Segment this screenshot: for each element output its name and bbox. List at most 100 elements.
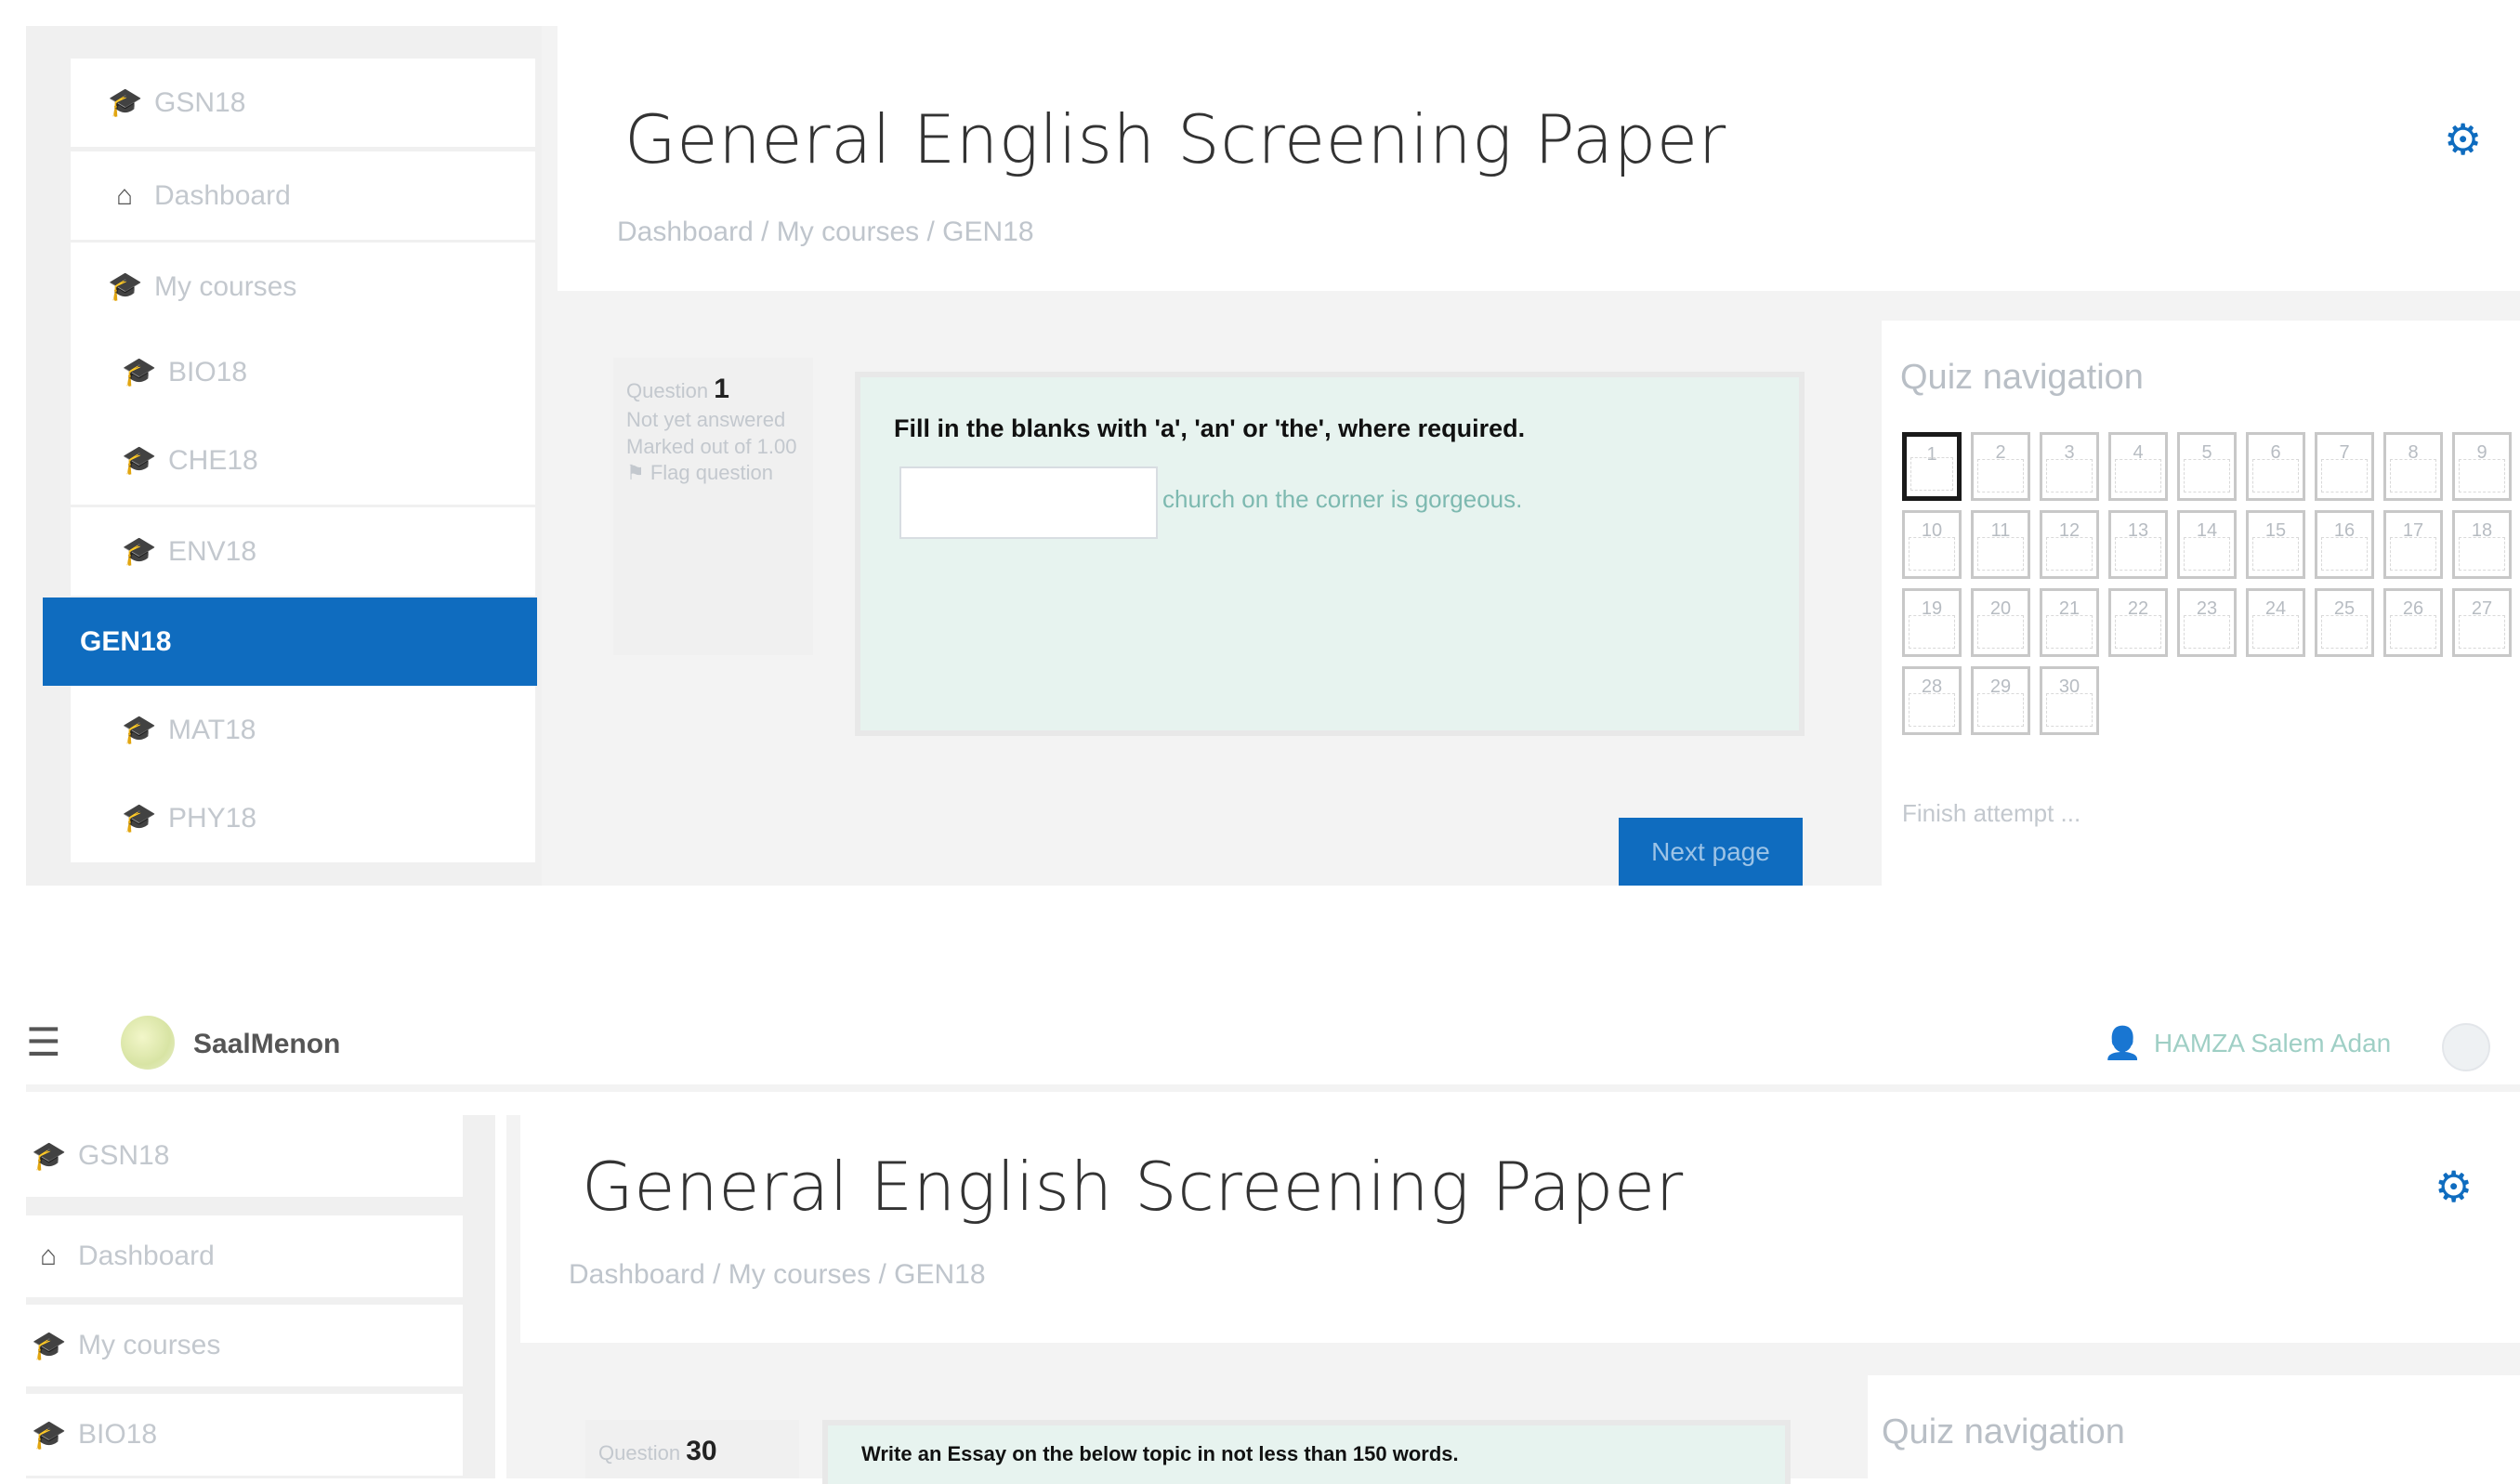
quiz-nav-button[interactable]: 14 — [2177, 510, 2237, 579]
question-hint: church on the corner is gorgeous. — [1162, 485, 1523, 513]
quiz-nav-button[interactable]: 24 — [2246, 588, 2305, 657]
sidebar-item-my-courses[interactable]: 🎓 My courses — [71, 243, 535, 331]
home-icon: ⌂ — [115, 179, 134, 211]
graduation-cap-icon: 🎓 — [122, 715, 157, 745]
sidebar-item-label: BIO18 — [78, 1419, 158, 1450]
quiz-nav-button[interactable]: 7 — [2315, 432, 2374, 501]
question-number-label: Question — [598, 1441, 681, 1464]
question-area: Question 1 Not yet answered Marked out o… — [558, 321, 1821, 886]
quiz-navigation-title: Quiz navigation — [1900, 358, 2144, 397]
sidebar-item-label: BIO18 — [168, 356, 248, 387]
page-header: General English Screening Paper Dashboar… — [558, 26, 2520, 291]
sidebar-item-label: GSN18 — [154, 86, 246, 118]
quiz-nav-button[interactable]: 29 — [1971, 666, 2030, 735]
top-navbar: ☰ SaalMenon 👤 HAMZA Salem Adan — [26, 999, 2520, 1092]
sidebar-item-dashboard[interactable]: ⌂ Dashboard — [71, 151, 535, 240]
question-info: Question 30 — [585, 1420, 799, 1478]
gear-icon[interactable]: ⚙ — [2444, 114, 2482, 164]
quiz-nav-button[interactable]: 15 — [2246, 510, 2305, 579]
quiz-nav-button[interactable]: 3 — [2040, 432, 2099, 501]
sidebar-item-label: My courses — [154, 270, 297, 302]
question-text: Write an Essay on the below topic in not… — [861, 1442, 1459, 1465]
graduation-cap-icon: 🎓 — [108, 87, 143, 118]
page-header: General English Screening Paper Dashboar… — [520, 1115, 2520, 1343]
user-name[interactable]: HAMZA Salem Adan — [2154, 1029, 2391, 1058]
quiz-nav-button[interactable]: 4 — [2108, 432, 2168, 501]
sidebar-item-label: Dashboard — [78, 1241, 215, 1271]
quiz-nav-button[interactable]: 17 — [2383, 510, 2443, 579]
sidebar-item-my-courses[interactable]: 🎓 My courses — [26, 1305, 463, 1386]
quiz-nav-button[interactable]: 20 — [1971, 588, 2030, 657]
sidebar-item-bio18[interactable]: 🎓 BIO18 — [26, 1394, 463, 1476]
question-info: Question 1 Not yet answered Marked out o… — [613, 358, 813, 655]
avatar[interactable] — [2442, 1023, 2490, 1071]
quiz-nav-button[interactable]: 12 — [2040, 510, 2099, 579]
flag-question-link[interactable]: Flag question — [650, 461, 773, 484]
quiz-navigation: Quiz navigation 1 2 3 4 5 6 7 8 9 10 11 12 13 14 15 16 1… — [1882, 321, 2520, 886]
sidebar-item-bio18[interactable]: 🎓 BIO18 — [71, 328, 535, 416]
page-title: General English Screening Paper — [624, 100, 1726, 178]
sidebar-item-env18[interactable]: 🎓 ENV18 — [71, 507, 535, 596]
sidebar-item-che18[interactable]: 🎓 CHE18 — [71, 416, 535, 505]
answer-input[interactable] — [899, 466, 1158, 539]
page-title: General English Screening Paper — [582, 1148, 1684, 1226]
quiz-nav-button[interactable]: 19 — [1902, 588, 1962, 657]
quiz-nav-button[interactable]: 13 — [2108, 510, 2168, 579]
quiz-nav-button[interactable]: 27 — [2452, 588, 2512, 657]
quiz-nav-button[interactable]: 25 — [2315, 588, 2374, 657]
quiz-nav-button[interactable]: 28 — [1902, 666, 1962, 735]
quiz-nav-button[interactable]: 18 — [2452, 510, 2512, 579]
sidebar-item-label: CHE18 — [168, 444, 258, 476]
sidebar-item-gsn18[interactable]: 🎓 GSN18 — [26, 1115, 463, 1197]
question-number: 1 — [714, 374, 729, 404]
graduation-cap-icon: 🎓 — [122, 445, 157, 476]
sidebar-item-dashboard[interactable]: ⌂ Dashboard — [26, 1215, 463, 1297]
quiz-nav-button[interactable]: 9 — [2452, 432, 2512, 501]
question-number-label: Question — [626, 379, 709, 402]
sidebar-item-gsn18[interactable]: 🎓 GSN18 — [71, 59, 535, 147]
site-logo[interactable] — [121, 1016, 175, 1070]
quiz-nav-button[interactable]: 23 — [2177, 588, 2237, 657]
finish-attempt-link[interactable]: Finish attempt ... — [1902, 799, 2080, 828]
quiz-nav-button[interactable]: 26 — [2383, 588, 2443, 657]
quiz-nav-button[interactable]: 5 — [2177, 432, 2237, 501]
quiz-navigation-title: Quiz navigation — [1882, 1412, 2125, 1451]
graduation-cap-icon: 🎓 — [32, 1140, 67, 1172]
next-page-button[interactable]: Next page — [1619, 818, 1803, 886]
sidebar-item-gen18[interactable]: GEN18 — [43, 598, 537, 686]
user-icon: 👤 — [2103, 1026, 2143, 1061]
sidebar-item-label: MAT18 — [168, 714, 256, 745]
quiz-nav-button[interactable]: 30 — [2040, 666, 2099, 735]
home-icon: ⌂ — [39, 1241, 58, 1271]
quiz-nav-button[interactable]: 6 — [2246, 432, 2305, 501]
question-content: Write an Essay on the below topic in not… — [822, 1420, 1791, 1484]
breadcrumb[interactable]: Dashboard / My courses / GEN18 — [569, 1259, 986, 1291]
question-area: Question 30 Write an Essay on the below … — [558, 1375, 1821, 1484]
quiz-nav-button[interactable]: 22 — [2108, 588, 2168, 657]
menu-icon[interactable]: ☰ — [26, 1019, 61, 1065]
flag-icon: ⚑ — [626, 461, 645, 485]
graduation-cap-icon: 🎓 — [122, 357, 157, 387]
question-number: 30 — [686, 1436, 717, 1466]
site-name[interactable]: SaalMenon — [193, 1029, 340, 1060]
bottom-sidebar: 🎓 GSN18 ⌂ Dashboard 🎓 My courses 🎓 BIO18 — [26, 1115, 495, 1478]
gear-icon[interactable]: ⚙ — [2435, 1162, 2473, 1212]
quiz-nav-button[interactable]: 2 — [1971, 432, 2030, 501]
quiz-nav-button[interactable]: 8 — [2383, 432, 2443, 501]
question-status: Not yet answered — [626, 408, 786, 431]
graduation-cap-icon: 🎓 — [32, 1419, 67, 1451]
quiz-nav-button[interactable]: 10 — [1902, 510, 1962, 579]
sidebar-item-label: My courses — [78, 1330, 221, 1360]
quiz-nav-grid: 1 2 3 4 5 6 7 8 9 10 11 12 13 14 15 16 17 18 19 20 21 22 23 24 2… — [1902, 432, 2512, 735]
question-text: Fill in the blanks with 'a', 'an' or 'th… — [894, 414, 1526, 442]
breadcrumb[interactable]: Dashboard / My courses / GEN18 — [617, 217, 1034, 248]
quiz-nav-button[interactable]: 11 — [1971, 510, 2030, 579]
quiz-nav-button[interactable]: 16 — [2315, 510, 2374, 579]
sidebar-item-phy18[interactable]: 🎓 PHY18 — [71, 774, 535, 862]
sidebar-item-mat18[interactable]: 🎓 MAT18 — [71, 686, 535, 774]
graduation-cap-icon: 🎓 — [122, 536, 157, 567]
quiz-nav-button[interactable]: 21 — [2040, 588, 2099, 657]
quiz-nav-button[interactable]: 1 — [1902, 432, 1962, 501]
sidebar-item-label: GEN18 — [80, 625, 172, 657]
question-marks: Marked out of 1.00 — [626, 434, 797, 458]
